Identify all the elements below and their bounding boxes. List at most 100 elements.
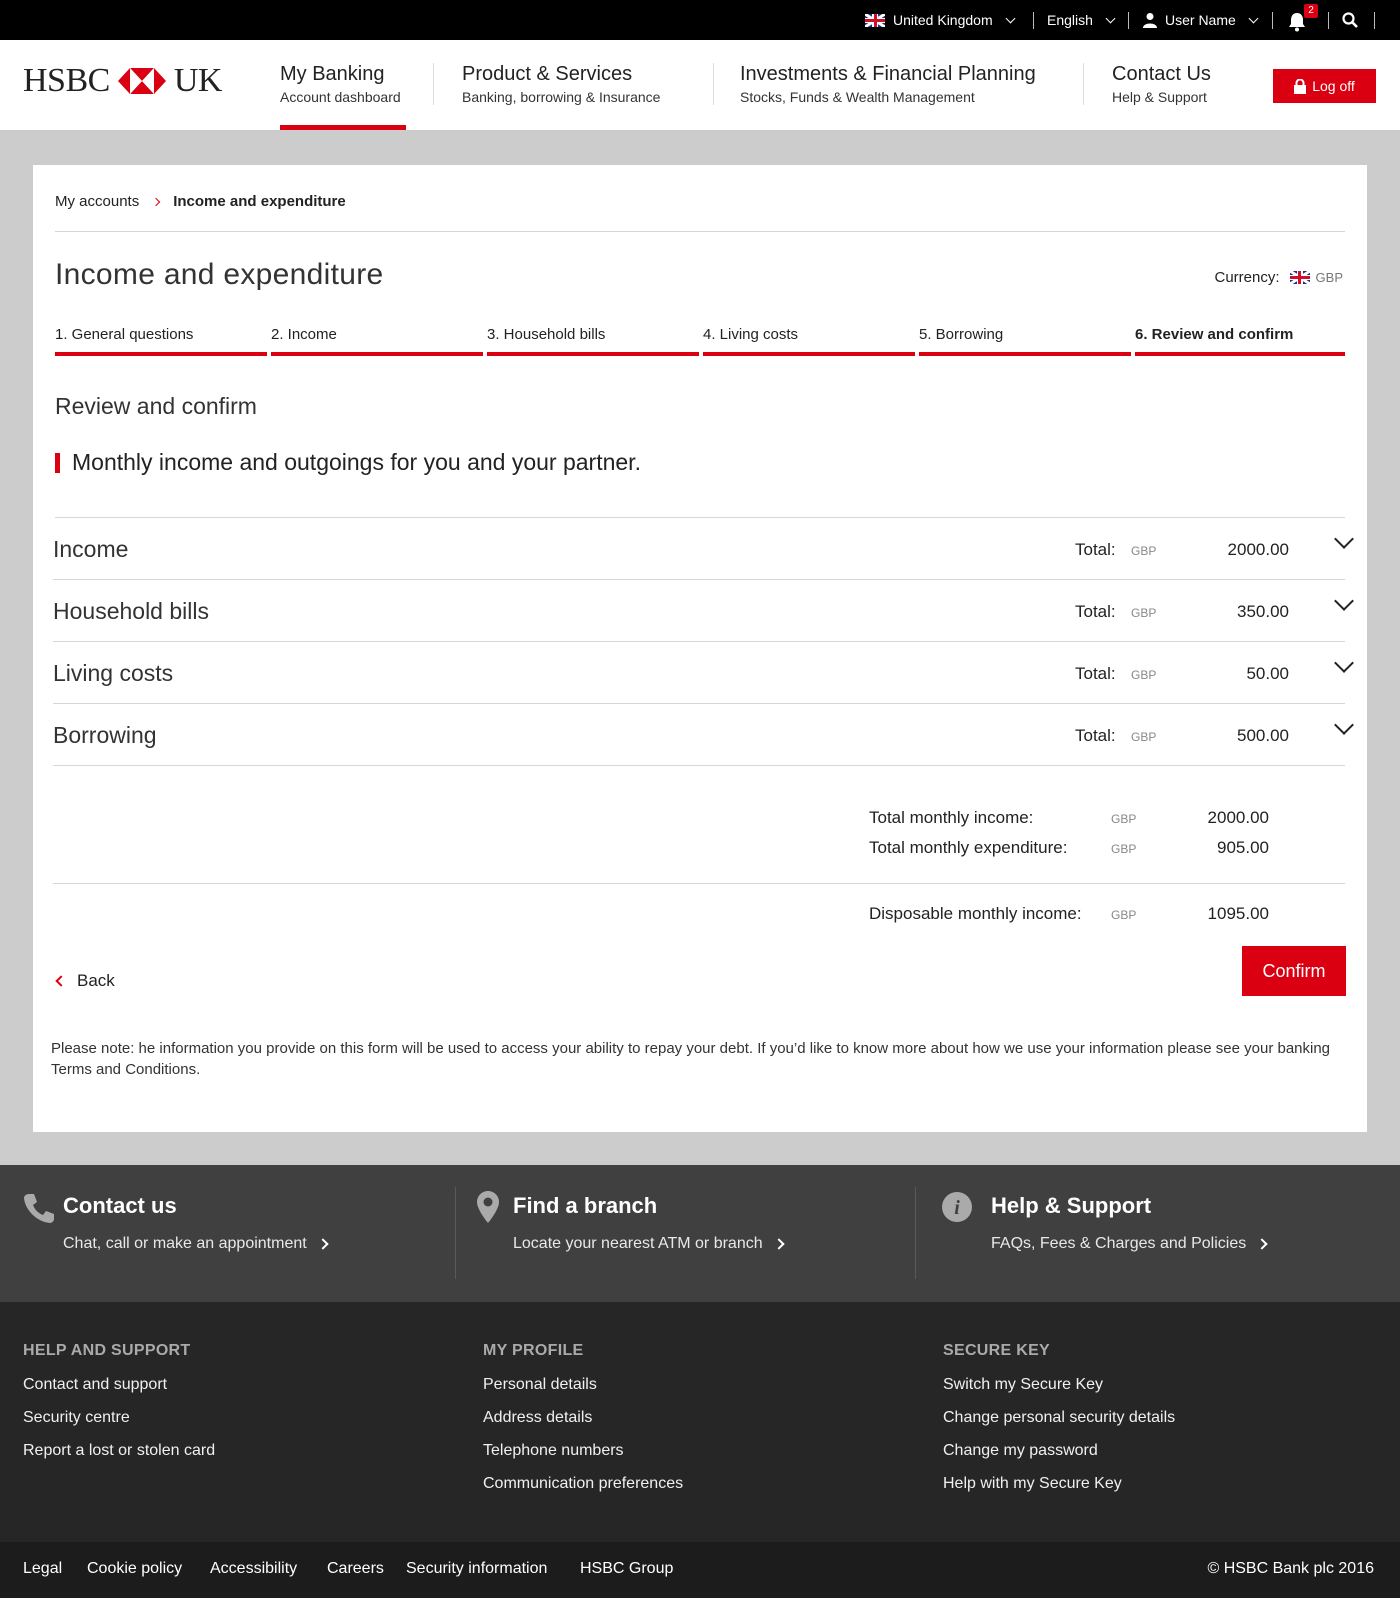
chevron-down-icon (1105, 13, 1116, 23)
footer-link[interactable]: Change personal security details (943, 1408, 1175, 1441)
disclaimer-note: Please note: he information you provide … (51, 1040, 1331, 1078)
breadcrumb-parent[interactable]: My accounts (55, 193, 139, 210)
currency-code: GBP (1111, 812, 1137, 826)
chevron-down-icon[interactable] (1334, 591, 1354, 611)
category-row-household-bills[interactable]: Household bills Total: GBP 350.00 (53, 580, 1354, 642)
legal-link[interactable]: Security information (406, 1560, 547, 1578)
main-header: HSBC UK My Banking Account dashboard Pro… (0, 40, 1400, 130)
total-label: Total: (1075, 664, 1116, 683)
summary-value: 1095.00 (1207, 904, 1269, 923)
step-living-costs[interactable]: 4. Living costs (703, 326, 915, 356)
currency-code: GBP (1131, 730, 1157, 744)
phone-icon (24, 1194, 54, 1223)
chevron-right-icon (1256, 1238, 1268, 1250)
chevron-down-icon[interactable] (1334, 653, 1354, 673)
footer-heading: HELP AND SUPPORT (23, 1342, 191, 1359)
footer-link[interactable]: Address details (483, 1408, 683, 1441)
step-income[interactable]: 2. Income (271, 326, 483, 356)
footer-link[interactable]: Communication preferences (483, 1474, 683, 1507)
footer-link[interactable]: Help with my Secure Key (943, 1474, 1175, 1507)
currency-code: GBP (1131, 544, 1157, 558)
search-button[interactable] (1342, 0, 1358, 40)
step-borrowing[interactable]: 5. Borrowing (919, 326, 1131, 356)
chevron-down-icon (1005, 13, 1016, 23)
chevron-down-icon[interactable] (1334, 529, 1354, 549)
summary-total-expenditure: Total monthly expenditure: GBP 905.00 (33, 838, 1269, 868)
user-menu[interactable]: User Name (1143, 0, 1259, 40)
legal-link[interactable]: Legal (23, 1560, 62, 1578)
footer-heading: MY PROFILE (483, 1342, 584, 1359)
chevron-down-icon (1248, 13, 1259, 23)
page-title: Income and expenditure (55, 258, 384, 291)
footer-link[interactable]: Telephone numbers (483, 1441, 683, 1474)
country-label: United Kingdom (893, 12, 993, 28)
back-link[interactable]: Back (53, 971, 115, 991)
summary-label: Total monthly expenditure: (869, 838, 1068, 857)
category-name: Income (53, 536, 129, 562)
step-household-bills[interactable]: 3. Household bills (487, 326, 699, 356)
currency-indicator: Currency: GBP (1215, 269, 1344, 286)
user-name: User Name (1165, 12, 1236, 28)
summary-total-income: Total monthly income: GBP 2000.00 (33, 808, 1269, 838)
currency-code: GBP (1315, 270, 1343, 285)
nav-title: Contact Us (1112, 63, 1211, 85)
category-name: Living costs (53, 660, 174, 686)
footer-link[interactable]: Security centre (23, 1408, 215, 1441)
lead-text: Monthly income and outgoings for you and… (72, 449, 641, 475)
currency-label: Currency: (1214, 269, 1280, 286)
footer-link[interactable]: Contact and support (23, 1375, 215, 1408)
summary-value: 905.00 (1217, 838, 1269, 857)
back-label: Back (77, 971, 115, 990)
total-label: Total: (1075, 540, 1116, 559)
section-title: Review and confirm (55, 393, 257, 419)
category-total: 50.00 (1246, 664, 1289, 683)
hsbc-logo[interactable]: HSBC UK (23, 62, 222, 100)
breadcrumb-current: Income and expenditure (173, 193, 346, 210)
currency-code: GBP (1131, 668, 1157, 682)
notifications-button[interactable]: 2 (1288, 0, 1318, 40)
legal-link[interactable]: Cookie policy (87, 1560, 182, 1578)
band-link-text: Chat, call or make an appointment (63, 1235, 307, 1252)
summary-label: Total monthly income: (869, 808, 1034, 827)
log-off-button[interactable]: Log off (1273, 69, 1376, 103)
band-link-text: Locate your nearest ATM or branch (513, 1235, 763, 1252)
confirm-button[interactable]: Confirm (1242, 946, 1346, 996)
category-row-income[interactable]: Income Total: GBP 2000.00 (53, 518, 1354, 580)
copyright: © HSBC Bank plc 2016 (1207, 1560, 1374, 1577)
footer-link[interactable]: Report a lost or stolen card (23, 1441, 215, 1474)
content-card: My accounts Income and expenditure Incom… (33, 165, 1367, 1132)
country-selector[interactable]: United Kingdom (865, 0, 1016, 40)
language-selector[interactable]: English (1047, 0, 1116, 40)
step-review-and-confirm[interactable]: 6. Review and confirm (1135, 326, 1345, 356)
band-link[interactable]: FAQs, Fees & Charges and Policies (991, 1235, 1268, 1253)
uk-flag-icon (865, 13, 885, 27)
step-general-questions[interactable]: 1. General questions (55, 326, 267, 356)
legal-link[interactable]: HSBC Group (580, 1560, 673, 1578)
band-link[interactable]: Chat, call or make an appointment (63, 1235, 329, 1253)
footer-column-secure-key: SECURE KEY Switch my Secure Key Change p… (943, 1342, 1175, 1507)
footer-contact-band: Contact us Chat, call or make an appoint… (0, 1165, 1400, 1302)
logo-text: HSBC (23, 62, 110, 99)
footer-column-help: HELP AND SUPPORT Contact and support Sec… (23, 1342, 215, 1474)
total-label: Total: (1075, 726, 1116, 745)
nav-subtitle: Stocks, Funds & Wealth Management (740, 89, 975, 105)
total-label: Total: (1075, 602, 1116, 621)
legal-link[interactable]: Accessibility (210, 1560, 297, 1578)
band-link[interactable]: Locate your nearest ATM or branch (513, 1235, 785, 1253)
currency-code: GBP (1111, 908, 1137, 922)
footer-link[interactable]: Switch my Secure Key (943, 1375, 1175, 1408)
divider (55, 231, 1345, 232)
footer-legal-bar: Legal Cookie policy Accessibility Career… (0, 1542, 1400, 1598)
currency-code: GBP (1111, 842, 1137, 856)
chevron-down-icon[interactable] (1334, 715, 1354, 735)
summary-value: 2000.00 (1207, 808, 1269, 827)
legal-link[interactable]: Careers (327, 1560, 384, 1578)
footer-link[interactable]: Change my password (943, 1441, 1175, 1474)
divider (53, 883, 1345, 884)
nav-title: My Banking (280, 63, 385, 85)
nav-active-indicator (280, 125, 406, 130)
category-name: Household bills (53, 598, 209, 624)
footer-link[interactable]: Personal details (483, 1375, 683, 1408)
category-row-borrowing[interactable]: Borrowing Total: GBP 500.00 (53, 704, 1354, 766)
category-row-living-costs[interactable]: Living costs Total: GBP 50.00 (53, 642, 1354, 704)
